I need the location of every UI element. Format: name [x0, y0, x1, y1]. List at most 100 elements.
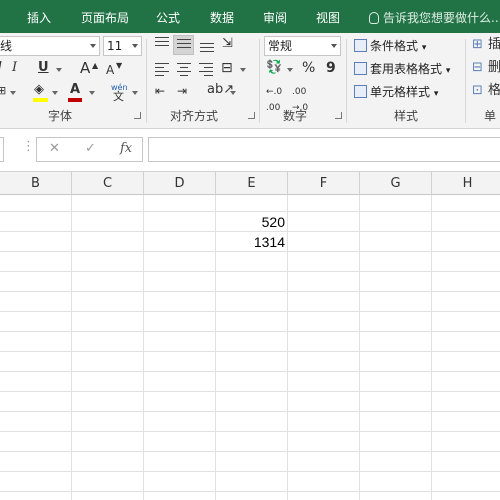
cell-e3[interactable]: 1314	[215, 232, 287, 252]
font-name-combo[interactable]: 线	[0, 36, 100, 56]
font-size-value: 11	[107, 39, 123, 53]
wrap-text-icon[interactable]: ⇲	[222, 36, 233, 52]
comma-style-button[interactable]: 9	[326, 60, 336, 76]
tell-me-search[interactable]: 告诉我您想要做什么...	[369, 9, 500, 26]
formula-input[interactable]	[148, 137, 500, 162]
format-cells-label[interactable]: 格	[488, 83, 500, 99]
number-format-combo[interactable]: 常规	[264, 36, 341, 56]
delete-cells-icon[interactable]: ⊟	[472, 60, 483, 76]
merge-center-icon[interactable]: ⊟	[221, 60, 233, 76]
cancel-icon[interactable]: ✕	[49, 141, 60, 156]
format-cells-icon[interactable]: ⊡	[472, 83, 483, 99]
decrease-indent-icon[interactable]: ⇤	[155, 83, 165, 99]
font-size-combo[interactable]: 11	[103, 36, 142, 56]
align-right-icon[interactable]	[199, 63, 213, 76]
number-dialog-launcher-icon[interactable]	[335, 112, 342, 119]
italic-icon[interactable]: I	[0, 60, 2, 76]
tab-data[interactable]: 数据	[210, 9, 234, 26]
align-top-icon[interactable]	[155, 37, 169, 49]
grid-line	[0, 491, 500, 492]
group-separator	[346, 39, 347, 123]
group-label-alignment: 对齐方式	[169, 109, 218, 123]
italic-button[interactable]: I	[12, 60, 17, 76]
column-header-h[interactable]: H	[431, 172, 500, 195]
formula-buttons: ✕ ✓ fx	[36, 137, 143, 162]
grid-line	[359, 195, 360, 500]
group-separator	[465, 39, 466, 123]
border-icon[interactable]: ⊞	[0, 83, 6, 99]
font-name-value: 线	[0, 39, 13, 53]
chevron-down-icon[interactable]	[52, 91, 58, 95]
align-bottom-icon[interactable]	[200, 41, 214, 53]
grow-font-button[interactable]: A	[80, 60, 90, 76]
alignment-dialog-launcher-icon[interactable]	[248, 112, 255, 119]
insert-cells-label[interactable]: 插	[488, 37, 500, 53]
fill-color-icon[interactable]: ◈	[34, 82, 44, 98]
format-as-table-label: 套用表格格式	[370, 62, 443, 76]
insert-cells-icon[interactable]: ⊞	[472, 37, 483, 53]
cell-e2[interactable]: 520	[215, 212, 287, 232]
chevron-down-icon[interactable]	[10, 91, 16, 95]
number-format-value: 常规	[268, 39, 293, 53]
worksheet-grid[interactable]: 520 1314	[0, 195, 500, 500]
delete-cells-label[interactable]: 删	[488, 60, 500, 76]
font-color-button[interactable]: A	[70, 82, 80, 98]
conditional-formatting-button[interactable]: 条件格式 ▾	[354, 37, 426, 54]
group-label-cells: 单	[484, 109, 497, 123]
chevron-down-icon[interactable]	[240, 68, 246, 72]
format-as-table-button[interactable]: 套用表格格式 ▾	[354, 60, 450, 77]
group-label-number: 数字	[282, 109, 307, 123]
column-header-f[interactable]: F	[287, 172, 359, 195]
cell-styles-label: 单元格样式	[370, 85, 431, 99]
grow-arrow-icon: ▲	[92, 61, 99, 70]
insert-function-icon[interactable]: fx	[120, 141, 132, 156]
table-icon	[354, 62, 367, 75]
tab-review[interactable]: 审阅	[263, 9, 287, 26]
chevron-down-icon[interactable]	[132, 91, 138, 95]
tab-insert[interactable]: 插入	[27, 9, 51, 26]
grid-line	[143, 195, 144, 500]
cell-styles-button[interactable]: 单元格样式 ▾	[354, 83, 438, 100]
enter-icon[interactable]: ✓	[85, 141, 96, 156]
column-headers: B C D E F G H	[0, 172, 500, 195]
tab-formulas[interactable]: 公式	[156, 9, 180, 26]
grid-line	[0, 411, 500, 412]
more-icon[interactable]: ⋮	[22, 139, 35, 154]
align-center-icon[interactable]	[177, 63, 191, 76]
name-box[interactable]	[0, 137, 4, 162]
chevron-down-icon[interactable]	[89, 91, 95, 95]
tab-view[interactable]: 视图	[316, 9, 340, 26]
orientation-icon[interactable]: ab↗	[207, 82, 234, 98]
grid-line	[0, 471, 500, 472]
increase-indent-icon[interactable]: ⇥	[177, 83, 187, 99]
phonetic-bottom[interactable]: 文	[113, 89, 124, 105]
tab-page-layout[interactable]: 页面布局	[81, 9, 129, 26]
chevron-down-icon[interactable]	[230, 91, 236, 95]
column-header-b[interactable]: B	[0, 172, 71, 195]
grid-line	[71, 195, 72, 500]
shrink-font-button[interactable]: A	[106, 62, 114, 78]
column-header-d[interactable]: D	[143, 172, 215, 195]
grid-line	[0, 311, 500, 312]
column-header-g[interactable]: G	[359, 172, 431, 195]
fill-color-bar	[33, 98, 48, 102]
chevron-down-icon	[331, 44, 337, 48]
group-label-styles: 样式	[393, 109, 418, 123]
font-color-bar	[68, 98, 82, 102]
group-separator	[259, 39, 260, 123]
column-header-c[interactable]: C	[71, 172, 143, 195]
ribbon-home: 线 11 I I U A ▲ A ▼ ⊞ ◈ A wén 文 字体 ⇲ ⊟ ⇤ …	[0, 33, 500, 129]
percent-button[interactable]: %	[302, 60, 315, 76]
underline-button[interactable]: U	[38, 60, 49, 76]
chevron-down-icon[interactable]	[56, 68, 62, 72]
conditional-formatting-icon	[354, 39, 367, 52]
align-left-icon[interactable]	[155, 63, 169, 76]
font-dialog-launcher-icon[interactable]	[134, 112, 141, 119]
grid-line	[0, 431, 500, 432]
column-header-e[interactable]: E	[215, 172, 287, 195]
grid-line	[0, 371, 500, 372]
grid-line	[0, 291, 500, 292]
grid-line	[0, 271, 500, 272]
accounting-format-icon[interactable]: 💱	[266, 60, 282, 76]
chevron-down-icon[interactable]	[287, 68, 293, 72]
